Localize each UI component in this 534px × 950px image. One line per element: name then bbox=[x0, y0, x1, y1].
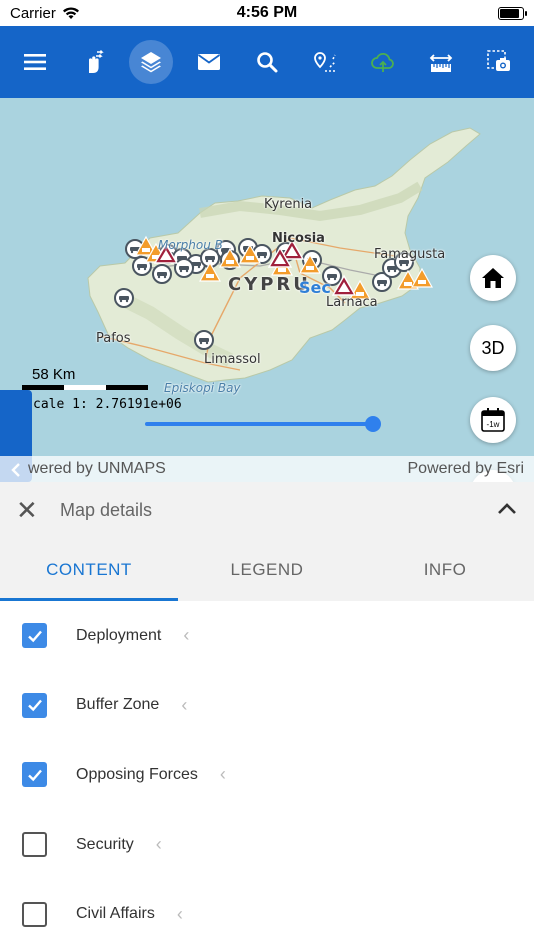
layer-label: Buffer Zone bbox=[76, 696, 160, 714]
place-kyrenia: Kyrenia bbox=[264, 197, 313, 212]
panel-tabs: CONTENT LEGEND INFO bbox=[0, 538, 534, 601]
timeline-slider[interactable] bbox=[145, 414, 381, 434]
place-pafos: Pafos bbox=[96, 331, 131, 346]
map-details-panel: ✕ Map details CONTENT LEGEND INFO Deploy… bbox=[0, 482, 534, 950]
clock: 4:56 PM bbox=[236, 4, 298, 21]
chevron-left-icon[interactable]: ‹ bbox=[183, 625, 189, 646]
layer-label: Opposing Forces bbox=[76, 765, 198, 783]
scale-bar: 58 Km bbox=[22, 366, 148, 390]
layer-checkbox[interactable] bbox=[22, 623, 47, 649]
mail-icon bbox=[197, 54, 221, 70]
calendar-icon: -1w bbox=[481, 408, 505, 432]
alert-marker[interactable] bbox=[267, 246, 293, 275]
3d-button[interactable]: 3D bbox=[470, 325, 516, 371]
layer-item-opposing-forces[interactable]: Opposing Forces ‹ bbox=[0, 740, 534, 810]
time-filter-label: -1w bbox=[487, 420, 500, 429]
place-limassol: Limassol bbox=[204, 352, 261, 367]
ruler-icon bbox=[429, 54, 453, 72]
battery-icon bbox=[498, 6, 527, 20]
scale-ratio-text: cale 1: 2.76191e+06 bbox=[33, 397, 182, 412]
home-icon bbox=[482, 268, 504, 288]
place-famagusta: Famagusta bbox=[374, 247, 446, 262]
layer-item-buffer-zone[interactable]: Buffer Zone ‹ bbox=[0, 671, 534, 741]
cloud-sync-button[interactable] bbox=[361, 40, 405, 84]
incident-warning-marker[interactable] bbox=[198, 261, 222, 288]
layer-item-civil-affairs[interactable]: Civil Affairs ‹ bbox=[0, 879, 534, 949]
place-larnaca: Larnaca bbox=[326, 295, 378, 310]
slider-knob[interactable] bbox=[365, 416, 381, 432]
panel-header: ✕ Map details bbox=[0, 482, 534, 538]
scale-label: 58 Km bbox=[32, 366, 76, 383]
incident-warning-marker[interactable] bbox=[410, 267, 434, 294]
place-nicosia: Nicosia bbox=[272, 231, 325, 246]
panel-title: Map details bbox=[60, 499, 153, 520]
top-toolbar bbox=[0, 26, 534, 98]
tab-info[interactable]: INFO bbox=[356, 538, 534, 601]
chevron-left-icon[interactable]: ‹ bbox=[177, 904, 183, 925]
layer-checkbox[interactable] bbox=[22, 832, 47, 858]
menu-icon bbox=[24, 54, 46, 70]
scale-bar-graphic bbox=[22, 385, 148, 390]
layer-list: Deployment ‹ Buffer Zone ‹ Opposing Forc… bbox=[0, 601, 534, 949]
attribution-bar: wered by UNMAPS Powered by Esri bbox=[0, 456, 534, 482]
layer-label: Civil Affairs bbox=[76, 905, 155, 923]
attribution-esri[interactable]: Powered by Esri bbox=[408, 460, 525, 478]
touch-gesture-icon bbox=[89, 50, 104, 73]
carrier-label: Carrier bbox=[10, 4, 56, 22]
chevron-left-icon[interactable]: ‹ bbox=[181, 695, 187, 716]
tab-content[interactable]: CONTENT bbox=[0, 538, 178, 601]
search-icon bbox=[257, 52, 278, 73]
3d-label: 3D bbox=[481, 337, 505, 358]
time-filter-button[interactable]: -1w bbox=[470, 397, 516, 443]
home-button[interactable] bbox=[470, 255, 516, 301]
wifi-icon bbox=[62, 7, 79, 19]
layer-checkbox[interactable] bbox=[22, 762, 47, 788]
place-morphou: Morphou B bbox=[158, 238, 223, 252]
measure-button[interactable] bbox=[419, 40, 463, 84]
screenshot-button[interactable] bbox=[477, 40, 521, 84]
layer-checkbox[interactable] bbox=[22, 692, 47, 718]
search-button[interactable] bbox=[245, 40, 289, 84]
screenshot-camera-icon bbox=[487, 50, 510, 71]
layer-label: Security bbox=[76, 835, 134, 853]
route-button[interactable] bbox=[303, 40, 347, 84]
chevron-left-icon[interactable]: ‹ bbox=[220, 764, 226, 785]
chevron-left-icon[interactable]: ‹ bbox=[156, 834, 162, 855]
gesture-button[interactable] bbox=[71, 40, 115, 84]
layer-label: Deployment bbox=[76, 626, 162, 644]
route-pin-icon bbox=[314, 52, 336, 72]
mail-button[interactable] bbox=[187, 40, 231, 84]
slider-track bbox=[145, 422, 377, 426]
close-icon[interactable]: ✕ bbox=[16, 495, 40, 526]
layer-item-deployment[interactable]: Deployment ‹ bbox=[0, 601, 534, 671]
menu-button[interactable] bbox=[13, 40, 57, 84]
tab-legend[interactable]: LEGEND bbox=[178, 538, 356, 601]
layers-icon bbox=[141, 52, 161, 73]
map-view[interactable]: Kyrenia Nicosia Famagusta CYPRU Sec Larn… bbox=[0, 98, 534, 482]
vehicle-marker[interactable] bbox=[114, 288, 134, 313]
status-bar: Carrier 4:56 PM bbox=[0, 0, 534, 26]
layers-button[interactable] bbox=[129, 40, 173, 84]
chevron-up-icon[interactable] bbox=[496, 498, 518, 520]
attribution-unmaps: wered by UNMAPS bbox=[28, 460, 166, 477]
cloud-sync-icon bbox=[371, 52, 394, 72]
layer-checkbox[interactable] bbox=[22, 901, 47, 927]
incident-warning-marker[interactable] bbox=[238, 243, 262, 270]
place-episkopi: Episkopi Bay bbox=[164, 381, 241, 395]
layer-item-security[interactable]: Security ‹ bbox=[0, 810, 534, 880]
